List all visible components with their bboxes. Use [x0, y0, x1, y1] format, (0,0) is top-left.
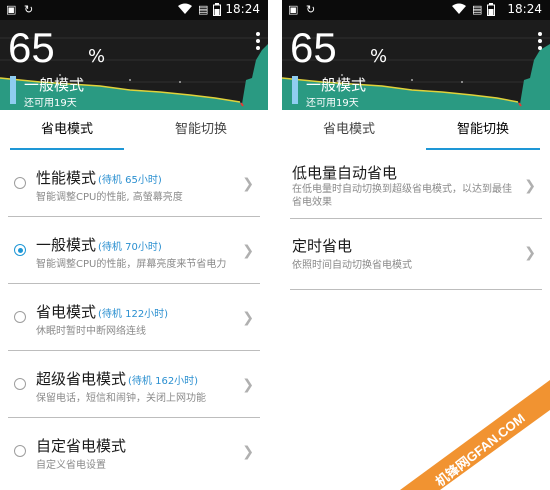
- gfan-watermark: 机锋网GFAN.COM: [400, 370, 550, 490]
- tab-label: 智能切换: [456, 122, 509, 137]
- tab-bar: 省电模式 智能切换: [282, 110, 550, 150]
- screen-gap: [268, 0, 282, 490]
- battery-header: 65 % 一般模式 还可用19天: [0, 20, 268, 110]
- watermark-text: 机锋网GFAN.COM: [433, 410, 528, 489]
- item-title: 定时省电: [292, 237, 353, 255]
- current-mode: 一般模式: [24, 76, 85, 94]
- more-menu-icon[interactable]: [538, 32, 542, 50]
- tab-smart-switch[interactable]: 智能切换: [134, 110, 268, 150]
- status-time: 18:24: [507, 2, 542, 16]
- tab-label: 智能切换: [174, 122, 227, 137]
- mode-title: 省电模式: [36, 303, 97, 321]
- mode-description: 保留电话，短信和闹钟，关闭上网功能: [36, 393, 206, 404]
- mode-item-normal[interactable]: 一般模式 (待机 70小时) 智能调整CPU的性能，屏幕亮度来节省电力 ❯: [8, 217, 260, 284]
- standby-time: (待机 65小时): [98, 175, 162, 186]
- mode-indicator-bar: [292, 76, 298, 104]
- radio-button[interactable]: [14, 378, 26, 390]
- remaining-time: 还可用19天: [24, 98, 77, 109]
- chevron-right-icon: ❯: [242, 176, 254, 192]
- image-icon: ▣: [288, 3, 299, 16]
- mode-title: 性能模式: [36, 169, 97, 187]
- mode-title: 超级省电模式: [36, 370, 127, 388]
- sync-icon: ↻: [24, 3, 34, 16]
- mode-description: 智能调整CPU的性能, 高螢幕亮度: [36, 192, 183, 203]
- mode-title: 自定省电模式: [36, 437, 127, 455]
- mode-description: 休眠时暂时中断网络连线: [36, 326, 146, 337]
- standby-time: (待机 162小时): [128, 376, 199, 387]
- current-mode: 一般模式: [306, 76, 367, 94]
- chevron-right-icon: ❯: [242, 444, 254, 460]
- remaining-time: 还可用19天: [306, 98, 359, 109]
- radio-button[interactable]: [14, 445, 26, 457]
- left-screen: ▣ ↻ ▤ 18:24 65 % 一般模式 还可用19天 省电模式 智能切换 性…: [0, 0, 268, 490]
- sim-icon: ▤: [198, 3, 209, 16]
- standby-time: (待机 70小时): [98, 242, 162, 253]
- mode-description: 智能调整CPU的性能，屏幕亮度来节省电力: [36, 259, 227, 270]
- item-title: 低电量自动省电: [292, 164, 398, 182]
- item-description: 在低电量时自动切换到超级省电模式，以达到最佳省电效果: [292, 184, 512, 208]
- mode-list: 性能模式 (待机 65小时) 智能调整CPU的性能, 高螢幕亮度 ❯ 一般模式 (待…: [0, 150, 268, 484]
- mode-indicator-bar: [10, 76, 16, 104]
- image-icon: ▣: [6, 3, 17, 16]
- tab-bar: 省电模式 智能切换: [0, 110, 268, 150]
- sim-icon: ▤: [472, 3, 483, 16]
- chevron-right-icon: ❯: [524, 245, 536, 261]
- tab-power-saving-mode[interactable]: 省电模式: [282, 110, 416, 150]
- battery-percent: 65: [8, 24, 55, 71]
- wifi-icon: [452, 3, 466, 19]
- smart-switch-list: 低电量自动省电 在低电量时自动切换到超级省电模式，以达到最佳省电效果 ❯ 定时省…: [282, 150, 550, 290]
- item-description: 依照时间自动切换省电模式: [292, 260, 412, 271]
- mode-item-performance[interactable]: 性能模式 (待机 65小时) 智能调整CPU的性能, 高螢幕亮度 ❯: [8, 150, 260, 217]
- status-bar: ▣ ↻ ▤ 18:24: [0, 0, 268, 20]
- scheduled-saving-item[interactable]: 定时省电 依照时间自动切换省电模式 ❯: [290, 219, 542, 290]
- status-bar: ▣ ↻ ▤ 18:24: [282, 0, 550, 20]
- radio-button-selected[interactable]: [14, 244, 26, 256]
- chevron-right-icon: ❯: [242, 377, 254, 393]
- wifi-icon: [178, 3, 192, 19]
- radio-button[interactable]: [14, 177, 26, 189]
- chevron-right-icon: ❯: [242, 310, 254, 326]
- low-battery-auto-saving-item[interactable]: 低电量自动省电 在低电量时自动切换到超级省电模式，以达到最佳省电效果 ❯: [290, 150, 542, 219]
- mode-description: 自定义省电设置: [36, 460, 106, 471]
- chevron-right-icon: ❯: [242, 243, 254, 259]
- battery-icon: [487, 3, 495, 20]
- tab-smart-switch[interactable]: 智能切换: [416, 110, 550, 150]
- chevron-right-icon: ❯: [524, 178, 536, 194]
- more-menu-icon[interactable]: [256, 32, 260, 50]
- battery-percent-sign: %: [370, 46, 388, 67]
- status-time: 18:24: [225, 2, 260, 16]
- battery-percent-sign: %: [88, 46, 106, 67]
- mode-item-custom[interactable]: 自定省电模式 自定义省电设置 ❯: [8, 418, 260, 484]
- battery-header: 65 % 一般模式 还可用19天: [282, 20, 550, 110]
- battery-percent: 65: [290, 24, 337, 71]
- mode-item-power-saving[interactable]: 省电模式 (待机 122小时) 休眠时暂时中断网络连线 ❯: [8, 284, 260, 351]
- battery-icon: [213, 3, 221, 20]
- standby-time: (待机 122小时): [98, 309, 169, 320]
- mode-item-super-saving[interactable]: 超级省电模式 (待机 162小时) 保留电话，短信和闹钟，关闭上网功能 ❯: [8, 351, 260, 418]
- mode-title: 一般模式: [36, 236, 97, 254]
- sync-icon: ↻: [306, 3, 316, 16]
- tab-label: 省电模式: [322, 122, 375, 137]
- radio-button[interactable]: [14, 311, 26, 323]
- tab-label: 省电模式: [40, 122, 93, 137]
- tab-power-saving-mode[interactable]: 省电模式: [0, 110, 134, 150]
